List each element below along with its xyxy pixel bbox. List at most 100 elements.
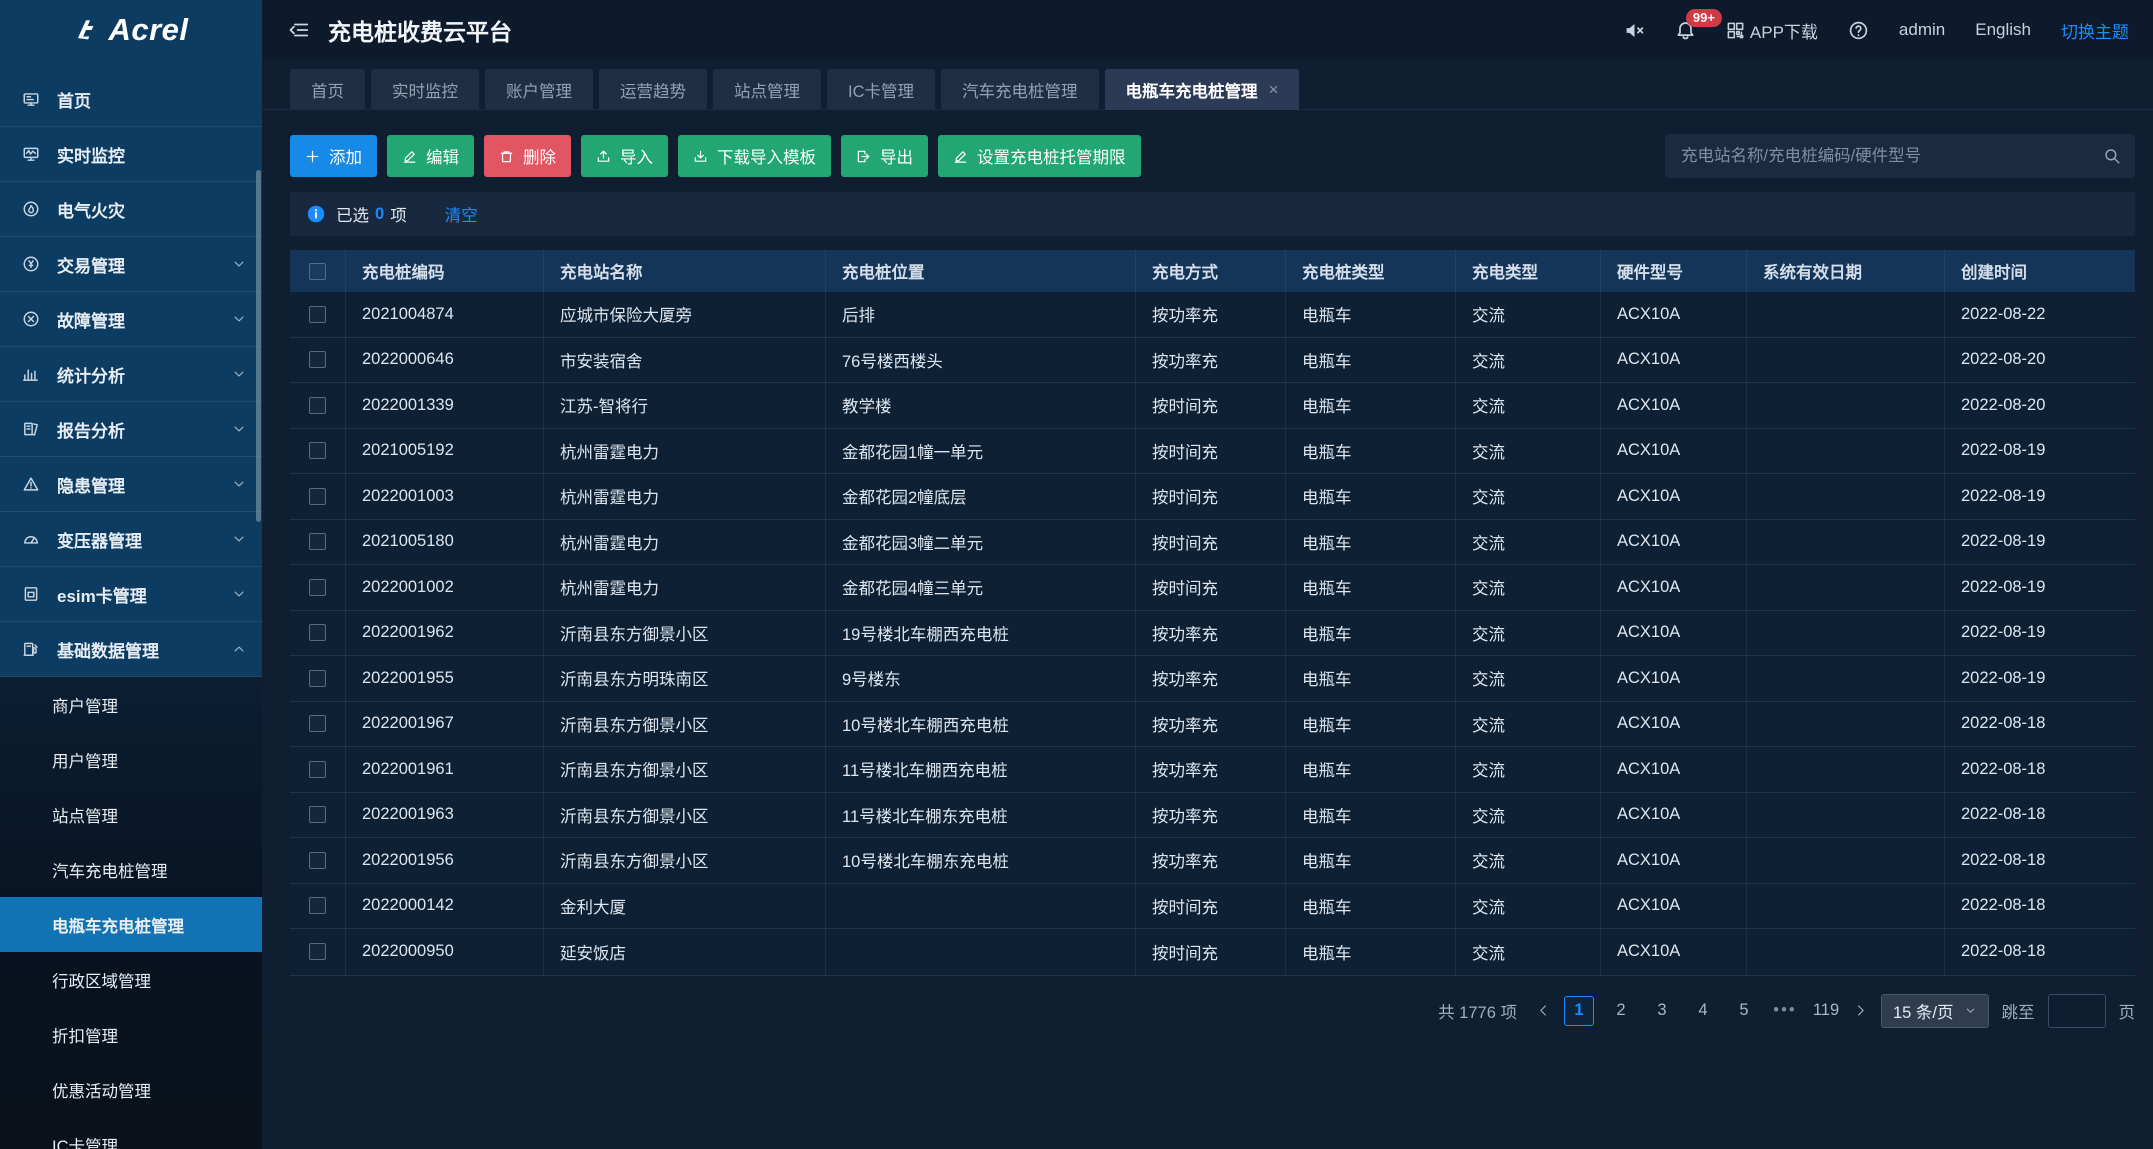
- sidebar-subitem-car-charger-mgmt[interactable]: 汽车充电桩管理: [0, 842, 262, 897]
- page-number-2[interactable]: 2: [1607, 996, 1635, 1026]
- row-checkbox[interactable]: [309, 351, 326, 368]
- help-icon[interactable]: [1848, 20, 1869, 41]
- mute-speaker-icon[interactable]: [1624, 20, 1645, 41]
- sidebar-subitem-district-mgmt[interactable]: 行政区域管理: [0, 952, 262, 1007]
- language-switch[interactable]: English: [1975, 20, 2031, 40]
- page-number-4[interactable]: 4: [1689, 996, 1717, 1026]
- tab-operation-trend[interactable]: 运营趋势: [599, 69, 707, 110]
- set-custody-term-button[interactable]: 设置充电桩托管期限: [938, 135, 1141, 177]
- row-checkbox[interactable]: [309, 806, 326, 823]
- search-input[interactable]: [1679, 146, 2103, 167]
- select-all-checkbox[interactable]: [309, 263, 326, 280]
- sidebar-item-hazard-mgmt[interactable]: 隐患管理: [0, 457, 262, 512]
- prev-page-icon[interactable]: [1536, 1003, 1551, 1018]
- tab-car-charger-mgmt[interactable]: 汽车充电桩管理: [941, 69, 1099, 110]
- table-cell: 2022001967: [346, 702, 544, 747]
- tab-ic-card-mgmt[interactable]: IC卡管理: [827, 69, 935, 110]
- table-row: 2022000950延安饭店按时间充电瓶车交流ACX10A2022-08-18: [290, 929, 2135, 975]
- fault-icon: [22, 310, 44, 328]
- table-cell: 交流: [1456, 429, 1601, 474]
- row-checkbox[interactable]: [309, 488, 326, 505]
- selected-count: 0: [375, 205, 384, 224]
- edit-button[interactable]: 编辑: [387, 135, 474, 177]
- data-table: 充电桩编码充电站名称充电桩位置充电方式充电桩类型充电类型硬件型号系统有效日期创建…: [290, 250, 2135, 976]
- sidebar-item-home[interactable]: 首页: [0, 72, 262, 127]
- tab-ebike-charger-mgmt[interactable]: 电瓶车充电桩管理×: [1105, 69, 1300, 110]
- page-size-select[interactable]: 15 条/页: [1881, 994, 1989, 1028]
- sidebar-item-label: 统计分析: [57, 362, 125, 387]
- table-row: 2022001961沂南县东方御景小区11号楼北车棚西充电桩按功率充电瓶车交流A…: [290, 747, 2135, 793]
- import-button[interactable]: 导入: [581, 135, 668, 177]
- column-header: 创建时间: [1945, 250, 2135, 292]
- menu-collapse-icon[interactable]: [288, 19, 310, 41]
- delete-button[interactable]: 删除: [484, 135, 571, 177]
- app-download-link[interactable]: APP下载: [1726, 18, 1818, 43]
- sidebar-subitem-discount-mgmt[interactable]: 折扣管理: [0, 1007, 262, 1062]
- add-button[interactable]: 添加: [290, 135, 377, 177]
- next-page-icon[interactable]: [1853, 1003, 1868, 1018]
- sidebar-item-fault-mgmt[interactable]: 故障管理: [0, 292, 262, 347]
- column-header: 充电方式: [1136, 250, 1286, 292]
- table-cell: 按功率充: [1136, 747, 1286, 792]
- row-checkbox[interactable]: [309, 306, 326, 323]
- row-checkbox[interactable]: [309, 852, 326, 869]
- sidebar-item-transformer-mgmt[interactable]: 变压器管理: [0, 512, 262, 567]
- table-cell: ACX10A: [1601, 383, 1747, 428]
- chevron-down-icon: [232, 312, 246, 326]
- sidebar-item-report-analysis[interactable]: 报告分析: [0, 402, 262, 457]
- sidebar-subitem-station-mgmt[interactable]: 站点管理: [0, 787, 262, 842]
- sidebar-scrollbar[interactable]: [256, 170, 261, 522]
- user-name[interactable]: admin: [1899, 20, 1945, 40]
- table-cell: ACX10A: [1601, 565, 1747, 610]
- search-icon[interactable]: [2103, 147, 2121, 165]
- sidebar-subitem-ebike-charger-mgmt[interactable]: 电瓶车充电桩管理: [0, 897, 262, 952]
- tab-home[interactable]: 首页: [290, 69, 365, 110]
- page-number-5[interactable]: 5: [1730, 996, 1758, 1026]
- basedata-icon: [22, 640, 44, 658]
- sidebar-item-electrical-fire[interactable]: 电气火灾: [0, 182, 262, 237]
- sidebar-item-stats-analysis[interactable]: 统计分析: [0, 347, 262, 402]
- table-row: 2021005192杭州雷霆电力金都花园1幢一单元按时间充电瓶车交流ACX10A…: [290, 429, 2135, 475]
- row-checkbox[interactable]: [309, 897, 326, 914]
- sidebar-subitem-merchant-mgmt[interactable]: 商户管理: [0, 677, 262, 732]
- sidebar-subitem-ic-card-mgmt[interactable]: IC卡管理: [0, 1117, 262, 1149]
- sidebar-item-transaction-mgmt[interactable]: 交易管理: [0, 237, 262, 292]
- page-number-119[interactable]: 119: [1812, 996, 1840, 1026]
- tab-station-mgmt[interactable]: 站点管理: [713, 69, 821, 110]
- download-template-button[interactable]: 下载导入模板: [678, 135, 831, 177]
- page-number-1[interactable]: 1: [1564, 996, 1594, 1026]
- chevron-down-icon: [232, 257, 246, 271]
- column-header: 系统有效日期: [1747, 250, 1945, 292]
- app-download-label: APP下载: [1750, 18, 1818, 43]
- sidebar-item-label: 首页: [57, 87, 91, 112]
- button-label: 删除: [523, 144, 556, 168]
- sidebar-item-base-data-mgmt[interactable]: 基础数据管理: [0, 622, 262, 677]
- pencil-icon: [953, 149, 968, 164]
- row-checkbox[interactable]: [309, 533, 326, 550]
- row-checkbox[interactable]: [309, 579, 326, 596]
- row-checkbox[interactable]: [309, 943, 326, 960]
- sidebar-item-esim-card-mgmt[interactable]: esim卡管理: [0, 567, 262, 622]
- row-checkbox[interactable]: [309, 670, 326, 687]
- tab-close-icon[interactable]: ×: [1269, 81, 1279, 98]
- sidebar-subitem-promo-mgmt[interactable]: 优惠活动管理: [0, 1062, 262, 1117]
- jump-page-input[interactable]: [2048, 994, 2106, 1028]
- row-checkbox[interactable]: [309, 761, 326, 778]
- tab-account-mgmt[interactable]: 账户管理: [485, 69, 593, 110]
- sidebar-subitem-user-mgmt[interactable]: 用户管理: [0, 732, 262, 787]
- theme-switch-link[interactable]: 切换主题: [2061, 18, 2129, 43]
- clear-selection-link[interactable]: 清空: [445, 202, 478, 226]
- row-checkbox[interactable]: [309, 715, 326, 732]
- row-checkbox[interactable]: [309, 397, 326, 414]
- row-checkbox[interactable]: [309, 442, 326, 459]
- sidebar-item-realtime-monitor[interactable]: 实时监控: [0, 127, 262, 182]
- tab-realtime-monitor[interactable]: 实时监控: [371, 69, 479, 110]
- row-checkbox[interactable]: [309, 624, 326, 641]
- export-button[interactable]: 导出: [841, 135, 928, 177]
- notifications-bell[interactable]: 99+: [1675, 20, 1696, 41]
- table-cell: ACX10A: [1601, 429, 1747, 474]
- table-cell: 电瓶车: [1286, 884, 1456, 929]
- table-cell: 2022-08-18: [1945, 884, 2135, 929]
- table-row: 2021005180杭州雷霆电力金都花园3幢二单元按时间充电瓶车交流ACX10A…: [290, 520, 2135, 566]
- page-number-3[interactable]: 3: [1648, 996, 1676, 1026]
